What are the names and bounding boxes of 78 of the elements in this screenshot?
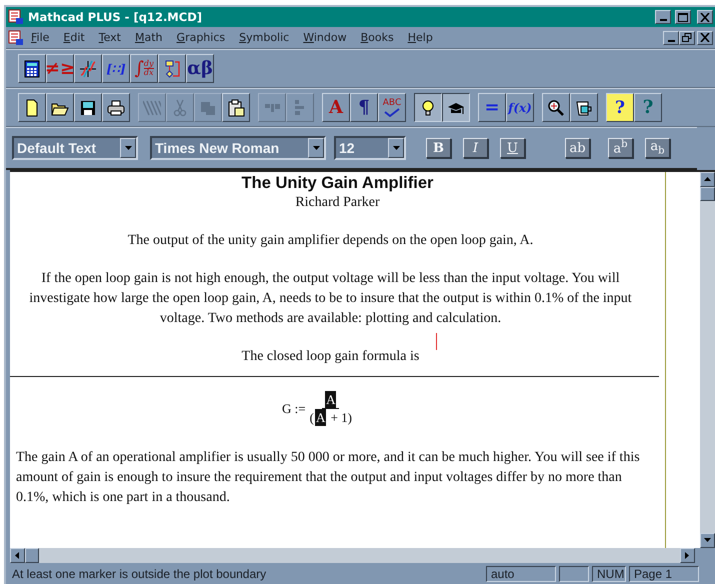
menu-item[interactable]: Help bbox=[400, 31, 440, 44]
paragraph: The gain A of an operational amplifier is usually 50 000 or more, and it can be much higher. You will see if this amount of gain is enough to insure the requirement that the output and input voltages differ by no more than 0.1%, which is one part in a thousand. bbox=[15, 449, 641, 507]
scroll-left-button[interactable] bbox=[10, 548, 25, 563]
status-field bbox=[559, 566, 589, 582]
printer-icon bbox=[107, 98, 125, 116]
restore-icon bbox=[682, 33, 692, 42]
app-icon bbox=[8, 9, 24, 25]
clipboard-icon bbox=[227, 98, 245, 116]
down-arrow-icon bbox=[392, 144, 400, 152]
horizontal-scrollbar[interactable] bbox=[10, 548, 695, 563]
menu-item[interactable]: Symbolic bbox=[232, 31, 296, 44]
down-arrow-icon bbox=[312, 144, 320, 152]
vertical-scrollbar[interactable] bbox=[700, 172, 715, 548]
program-icon bbox=[163, 60, 181, 78]
toolbar-button[interactable]: ? bbox=[634, 93, 662, 122]
toolbar-button[interactable]: ¶ bbox=[350, 93, 378, 122]
paragraph: The closed loop gain formula is bbox=[240, 348, 420, 366]
toolbar-button[interactable]: [∷] bbox=[102, 54, 130, 83]
format-button[interactable]: a$_{b}$ bbox=[645, 138, 670, 158]
minimize-icon bbox=[668, 40, 674, 42]
toolbar-button[interactable]: αβ bbox=[186, 54, 214, 83]
menu-item[interactable]: Graphics bbox=[170, 31, 232, 44]
check-mark-icon bbox=[384, 108, 400, 116]
document-title: The Unity Gain Amplifier bbox=[240, 174, 434, 193]
minimize-icon bbox=[660, 19, 666, 21]
hatched-icon bbox=[143, 98, 161, 116]
close-button[interactable] bbox=[697, 10, 713, 24]
up-arrow-icon bbox=[703, 175, 712, 184]
status-field: Page 1 bbox=[629, 566, 699, 582]
toolbar-button[interactable]: f(x) bbox=[506, 93, 534, 122]
toolbar-button[interactable]: A bbox=[322, 93, 350, 122]
menu-item[interactable]: Books bbox=[354, 31, 401, 44]
toolbar-button[interactable]: ABC bbox=[378, 93, 406, 122]
scroll-down-button[interactable] bbox=[700, 533, 715, 548]
window-title: Mathcad PLUS - [q12.MCD] bbox=[28, 10, 203, 24]
paragraph: If the open loop gain is not high enough, the output voltage will be less than the input voltage. You will investigate how large the open loop gain, A, needs to be to insure that the output is within 0.1% of the input voltage. Two methods are available: plotting and calculation. bbox=[28, 270, 633, 328]
menu-item[interactable]: Edit bbox=[56, 31, 92, 44]
magnifier-icon bbox=[547, 98, 565, 116]
calculator-icon bbox=[23, 60, 41, 78]
minimize-button[interactable] bbox=[663, 30, 679, 44]
status-field: NUM bbox=[592, 566, 626, 582]
align-across-icon bbox=[264, 103, 280, 112]
maximize-button[interactable] bbox=[675, 10, 691, 24]
scroll-thumb[interactable] bbox=[700, 187, 715, 201]
scroll-up-button[interactable] bbox=[700, 172, 715, 187]
status-message: At least one marker is outside the plot boundary bbox=[12, 566, 268, 580]
format-button[interactable]: B bbox=[426, 138, 451, 158]
graph-icon bbox=[79, 60, 97, 78]
left-arrow-icon bbox=[13, 551, 22, 560]
format-button[interactable]: U bbox=[500, 138, 525, 158]
text-cursor bbox=[436, 333, 437, 350]
paragraph: The output of the unity gain amplifier depends on the open loop gain, A. bbox=[126, 232, 534, 250]
status-field: auto bbox=[486, 566, 556, 582]
restore-button[interactable] bbox=[679, 30, 695, 44]
scroll-right-button[interactable] bbox=[680, 548, 695, 563]
format-button[interactable]: I bbox=[463, 138, 488, 158]
scroll-thumb[interactable] bbox=[25, 548, 39, 563]
menu-item[interactable]: File bbox=[24, 31, 56, 44]
minimize-button[interactable] bbox=[655, 10, 671, 24]
author-name: Richard Parker bbox=[294, 194, 381, 212]
toolbar-button[interactable]: = bbox=[478, 93, 506, 122]
format-button[interactable]: ab bbox=[565, 138, 590, 158]
down-arrow-icon bbox=[124, 144, 132, 152]
menu-item[interactable]: Window bbox=[296, 31, 354, 44]
scissors-icon bbox=[171, 98, 189, 116]
close-icon bbox=[700, 12, 710, 22]
menu-item[interactable]: Math bbox=[128, 31, 170, 44]
toolbar-button[interactable] bbox=[442, 93, 470, 122]
format-button[interactable]: a$^{b}$ bbox=[608, 138, 633, 158]
maximize-icon bbox=[678, 12, 688, 22]
close-icon bbox=[700, 33, 710, 42]
formula: G := A (A + 1) bbox=[281, 391, 353, 426]
app-icon bbox=[8, 30, 24, 46]
resource-center-icon bbox=[575, 98, 593, 116]
toolbar-button[interactable]: ? bbox=[606, 93, 634, 122]
toolbar-button[interactable] bbox=[414, 93, 442, 122]
close-button[interactable] bbox=[697, 30, 713, 44]
menu-item[interactable]: Text bbox=[92, 31, 128, 44]
